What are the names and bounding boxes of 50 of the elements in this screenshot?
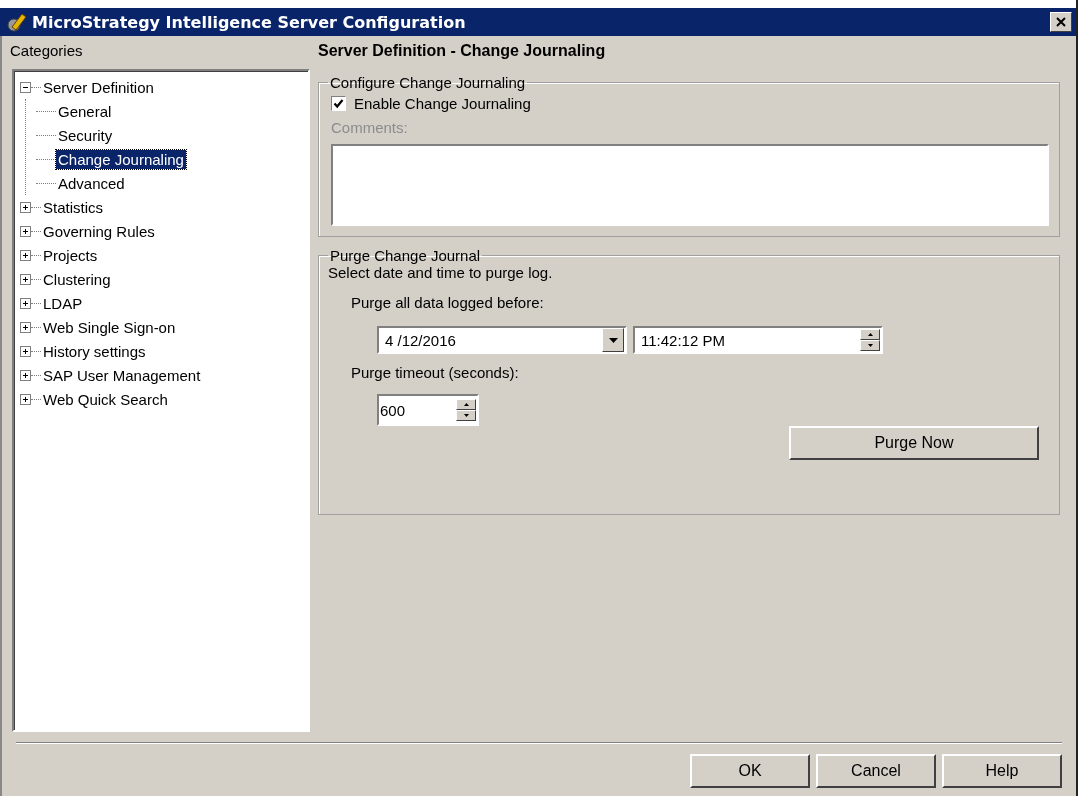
timeout-label: Purge timeout (seconds): [351, 363, 520, 383]
tree-item[interactable]: Clustering [41, 269, 113, 289]
dialog-button[interactable]: OK [690, 754, 810, 788]
tree-item[interactable]: History settings [41, 341, 148, 361]
expand-icon[interactable] [20, 201, 31, 213]
expand-icon[interactable] [20, 273, 31, 285]
collapse-icon[interactable] [20, 81, 31, 93]
down-arrow-icon [867, 344, 873, 347]
tree-item[interactable]: LDAP [41, 293, 85, 313]
tree-item[interactable]: General [56, 101, 114, 121]
expand-icon[interactable] [20, 393, 31, 405]
expand-icon[interactable] [20, 345, 31, 357]
window-title: MicroStrategy Intelligence Server Configuration [32, 12, 467, 32]
categories-label: Categories [10, 41, 84, 61]
dialog-button[interactable]: Cancel [816, 754, 936, 788]
purge-before-label: Purge all data logged before: [351, 293, 545, 313]
group-title: Configure Change Journaling [329, 74, 527, 91]
instruction-text: Select date and time to purge log. [328, 264, 554, 283]
checkbox-label: Enable Change Journaling [354, 94, 531, 112]
checkbox[interactable] [331, 95, 346, 111]
timeout-spinner[interactable]: 600 [377, 394, 479, 426]
dialog-button[interactable]: Help [942, 754, 1062, 788]
up-arrow-icon [867, 333, 873, 336]
up-arrow-icon [463, 403, 469, 406]
comments-label: Comments: [331, 119, 409, 138]
close-icon [1056, 17, 1066, 27]
date-picker[interactable]: 4 /12/2016 [377, 326, 627, 354]
expand-icon[interactable] [20, 249, 31, 261]
expand-icon[interactable] [20, 225, 31, 237]
tree-item[interactable]: Server Definition [41, 77, 156, 97]
tree-item[interactable]: Web Single Sign-on [41, 317, 178, 337]
tree-item[interactable]: Statistics [41, 197, 105, 217]
pencil-gear-icon [6, 11, 28, 33]
page-title: Server Definition - Change Journaling [318, 41, 607, 61]
group-title: Purge Change Journal [329, 247, 482, 264]
tree-item[interactable]: Change Journaling [56, 149, 186, 169]
expand-icon[interactable] [20, 297, 31, 309]
expand-icon[interactable] [20, 321, 31, 333]
tree-item[interactable]: Governing Rules [41, 221, 157, 241]
tree-item[interactable]: Advanced [56, 173, 127, 193]
tree-item[interactable]: Security [56, 125, 115, 145]
dropdown-arrow-icon [608, 337, 618, 343]
tree-item[interactable]: Projects [41, 245, 100, 265]
tree-item[interactable]: SAP User Management [41, 365, 203, 385]
expand-icon[interactable] [20, 369, 31, 381]
time-field[interactable]: 11:42:12 PM [633, 326, 883, 354]
tree-item[interactable]: Web Quick Search [41, 389, 170, 409]
purge-now-button[interactable]: Purge Now [789, 426, 1039, 460]
close-button[interactable] [1050, 12, 1072, 32]
down-arrow-icon [463, 414, 469, 417]
